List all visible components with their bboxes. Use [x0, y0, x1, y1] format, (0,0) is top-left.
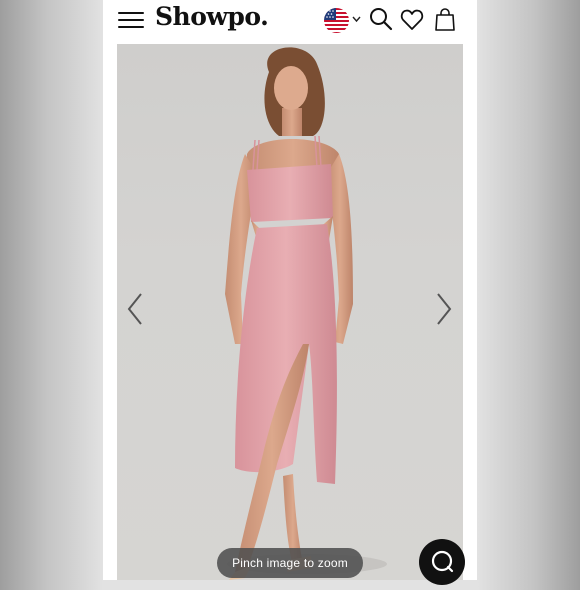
- chevron-right-icon[interactable]: [436, 292, 452, 326]
- chat-bubble-icon: [431, 550, 454, 573]
- us-flag-icon[interactable]: [324, 8, 349, 33]
- chat-button[interactable]: [419, 539, 465, 585]
- search-icon[interactable]: [369, 7, 393, 33]
- chevron-left-icon[interactable]: [127, 292, 143, 326]
- site-header: Showpo.: [103, 0, 477, 40]
- shopping-bag-icon[interactable]: [433, 7, 457, 33]
- app-frame: Showpo.: [103, 0, 477, 580]
- heart-icon[interactable]: [400, 7, 424, 33]
- pinch-to-zoom-hint: Pinch image to zoom: [217, 548, 363, 578]
- site-logo[interactable]: Showpo.: [155, 2, 269, 31]
- chevron-down-icon[interactable]: [352, 13, 361, 27]
- hamburger-menu-icon[interactable]: [118, 10, 144, 30]
- product-photo[interactable]: [117, 44, 463, 580]
